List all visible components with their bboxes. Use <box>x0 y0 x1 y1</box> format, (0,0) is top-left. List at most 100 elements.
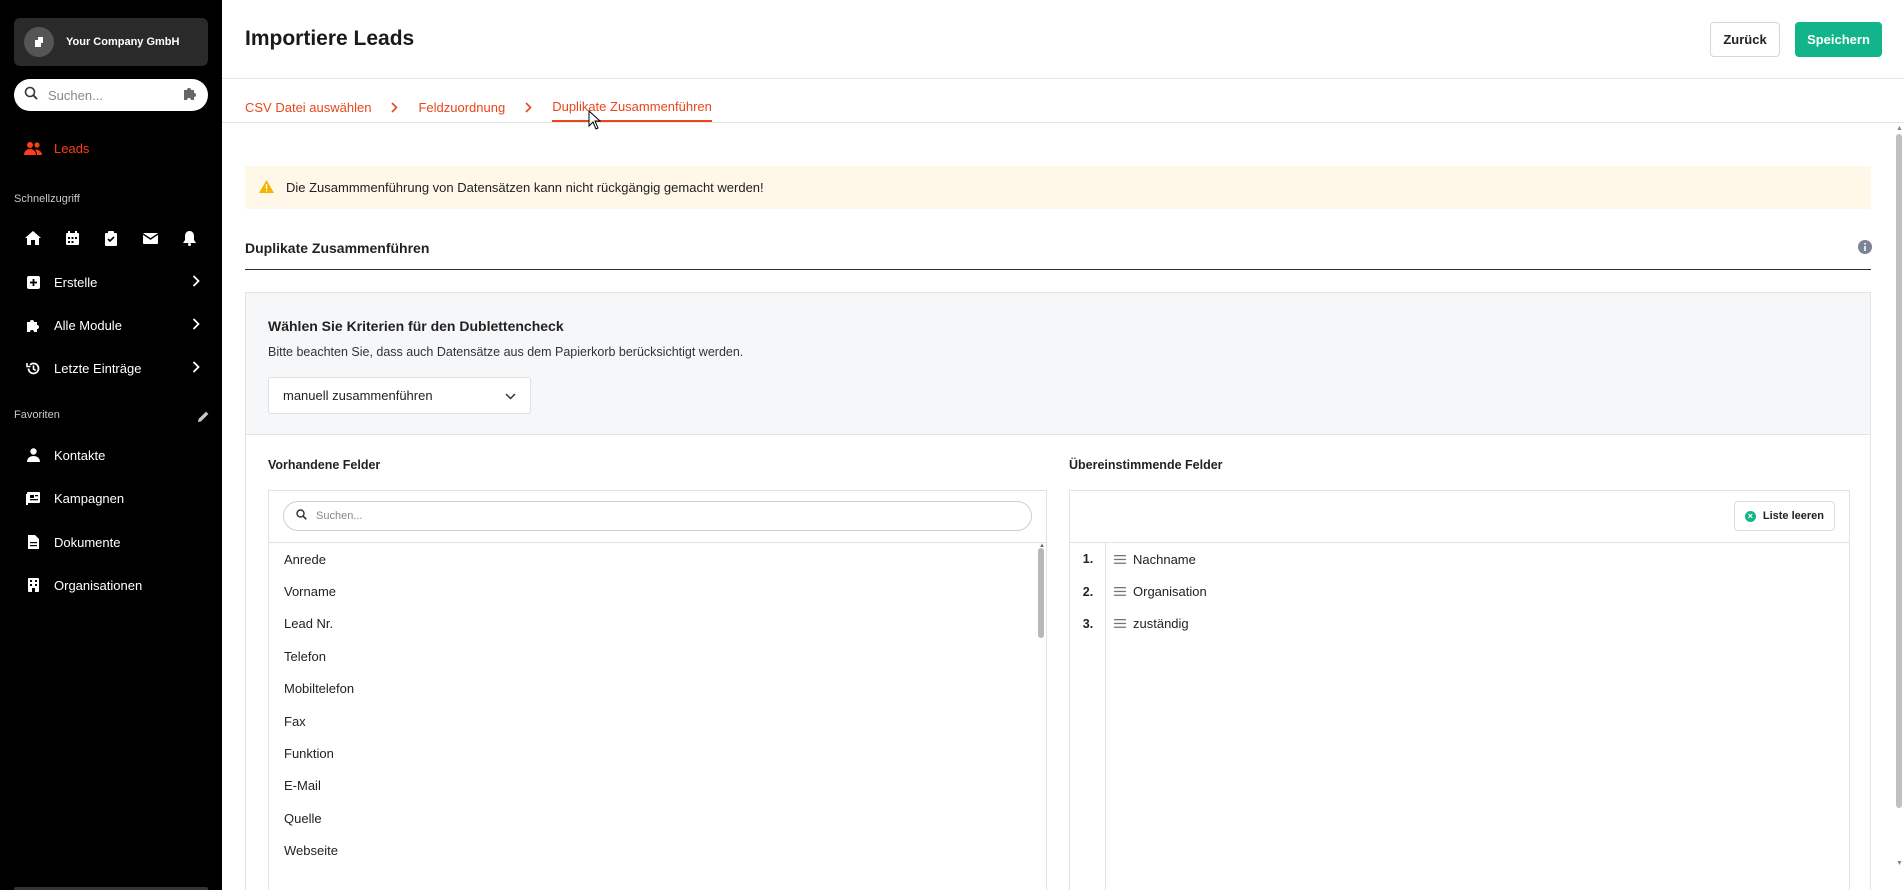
chevron-right-icon <box>192 317 200 333</box>
page-title: Importiere Leads <box>245 27 415 50</box>
item-label: zuständig <box>1133 616 1189 632</box>
list-item[interactable]: 3. zuständig <box>1070 608 1849 640</box>
fields-search-input[interactable]: Suchen... <box>316 510 362 522</box>
list-item[interactable]: Quelle <box>269 802 1029 834</box>
list-item[interactable]: Vorname <box>269 575 1029 607</box>
quick-access-bar <box>24 229 219 247</box>
criteria-area: Wählen Sie Kriterien für den Dublettench… <box>246 293 1870 435</box>
sidebar: Your Company GmbH Suchen... Leads Schnel… <box>0 0 222 890</box>
fields-search[interactable]: Suchen... <box>283 501 1032 531</box>
company-name: Your Company GmbH <box>66 36 180 48</box>
campaign-icon <box>24 489 42 507</box>
puzzle-icon[interactable] <box>182 86 198 105</box>
merge-panel: Wählen Sie Kriterien für den Dublettench… <box>245 292 1871 890</box>
header-divider <box>222 78 1904 79</box>
quick-access-label: Schnellzugriff <box>14 193 80 205</box>
save-button[interactable]: Speichern <box>1795 22 1882 57</box>
available-list-scrollbar[interactable] <box>1038 548 1044 638</box>
list-item[interactable]: Mobiltelefon <box>269 673 1029 705</box>
sidebar-item-kampagnen[interactable]: Kampagnen <box>24 489 124 507</box>
building-icon <box>24 576 42 594</box>
back-button[interactable]: Zurück <box>1710 22 1780 57</box>
sidebar-item-erstelle[interactable]: Erstelle <box>24 273 200 291</box>
section-title: Duplikate Zusammenführen <box>245 240 430 256</box>
company-icon <box>24 27 54 57</box>
sidebar-item-label: Organisationen <box>54 577 143 593</box>
step-csv-select[interactable]: CSV Datei auswählen <box>245 92 371 122</box>
list-item[interactable]: Lead Nr. <box>269 608 1029 640</box>
list-item[interactable]: 2. Organisation <box>1070 575 1849 607</box>
sidebar-item-alle-module[interactable]: Alle Module <box>24 316 200 334</box>
available-fields-label: Vorhandene Felder <box>268 458 381 472</box>
sidebar-item-leads[interactable]: Leads <box>24 139 89 157</box>
scroll-down-arrow-icon[interactable]: ▼ <box>1896 860 1903 867</box>
item-number: 2. <box>1082 584 1094 599</box>
list-item[interactable]: Webseite <box>269 835 1029 867</box>
item-label: Nachname <box>1133 551 1196 567</box>
mouse-cursor-icon <box>588 109 602 135</box>
list-item[interactable]: Fax <box>269 705 1029 737</box>
list-item[interactable]: E-Mail <box>269 770 1029 802</box>
favorites-label: Favoriten <box>14 409 60 421</box>
merge-mode-select[interactable]: manuell zusammenführen <box>268 377 531 414</box>
sidebar-item-organisationen[interactable]: Organisationen <box>24 576 142 594</box>
sidebar-item-letzte-eintraege[interactable]: Letzte Einträge <box>24 359 200 377</box>
company-switcher[interactable]: Your Company GmbH <box>14 18 208 66</box>
drag-handle-icon[interactable] <box>1114 587 1126 596</box>
edit-favorites-icon[interactable] <box>198 409 209 427</box>
home-icon[interactable] <box>24 229 42 247</box>
clear-list-button[interactable]: × Liste leeren <box>1733 501 1835 531</box>
sidebar-item-label: Kampagnen <box>54 490 125 506</box>
info-icon[interactable] <box>1858 240 1872 259</box>
document-icon <box>24 533 42 551</box>
sidebar-item-label: Letzte Einträge <box>54 360 142 376</box>
clipboard-check-icon[interactable] <box>102 229 120 247</box>
users-icon <box>24 139 42 157</box>
matching-fields-header: × Liste leeren <box>1070 491 1849 543</box>
item-label: Organisation <box>1133 584 1207 600</box>
matching-fields-label: Übereinstimmende Felder <box>1069 458 1223 472</box>
step-field-mapping[interactable]: Feldzuordnung <box>418 92 505 122</box>
scroll-up-arrow-icon[interactable]: ▲ <box>1896 125 1903 132</box>
warning-icon <box>259 179 274 196</box>
sidebar-item-label: Dokumente <box>54 534 121 550</box>
sidebar-item-label: Alle Module <box>54 317 122 333</box>
sidebar-item-dokumente[interactable]: Dokumente <box>24 533 120 551</box>
sidebar-item-label: Kontakte <box>54 447 106 463</box>
plus-square-icon <box>24 273 42 291</box>
bell-icon[interactable] <box>180 229 198 247</box>
chevron-right-icon <box>192 360 200 376</box>
sidebar-item-label: Leads <box>54 140 90 156</box>
person-icon <box>24 446 42 464</box>
search-icon <box>296 509 307 523</box>
list-item[interactable]: Telefon <box>269 640 1029 672</box>
page-scrollbar[interactable] <box>1896 134 1902 808</box>
section-divider <box>245 269 1871 270</box>
criteria-subtitle: Bitte beachten Sie, dass auch Datensätze… <box>268 345 744 359</box>
main-content: Importiere Leads Zurück Speichern CSV Da… <box>222 0 1904 890</box>
clear-list-label: Liste leeren <box>1762 510 1824 522</box>
puzzle-icon <box>24 316 42 334</box>
available-fields-list: Anrede Vorname Lead Nr. Telefon Mobiltel… <box>269 543 1029 867</box>
sidebar-item-kontakte[interactable]: Kontakte <box>24 446 105 464</box>
list-item[interactable]: 1. Nachname <box>1070 543 1849 575</box>
calendar-icon[interactable] <box>63 229 81 247</box>
list-item[interactable]: Funktion <box>269 737 1029 769</box>
chevron-down-icon <box>505 388 516 403</box>
merge-mode-value: manuell zusammenführen <box>283 388 433 403</box>
available-fields-header: Suchen... <box>269 491 1046 543</box>
item-number: 3. <box>1082 616 1094 631</box>
drag-handle-icon[interactable] <box>1114 619 1126 629</box>
sidebar-search[interactable]: Suchen... <box>14 79 208 111</box>
list-item[interactable]: Anrede <box>269 543 1029 575</box>
drag-handle-icon[interactable] <box>1114 554 1126 564</box>
chevron-right-icon <box>391 101 399 113</box>
step-merge-duplicates[interactable]: Duplikate Zusammenführen <box>552 92 712 122</box>
warning-text: Die Zusammmenführung von Datensätzen kan… <box>286 180 764 195</box>
matching-fields-box: × Liste leeren 1. Nachname 2. Organisati… <box>1069 490 1850 890</box>
step-breadcrumb: CSV Datei auswählen Feldzuordnung Duplik… <box>245 92 712 122</box>
chevron-right-icon <box>192 274 200 290</box>
search-icon <box>24 86 38 105</box>
mail-icon[interactable] <box>141 229 159 247</box>
sidebar-search-input[interactable]: Suchen... <box>48 88 182 103</box>
